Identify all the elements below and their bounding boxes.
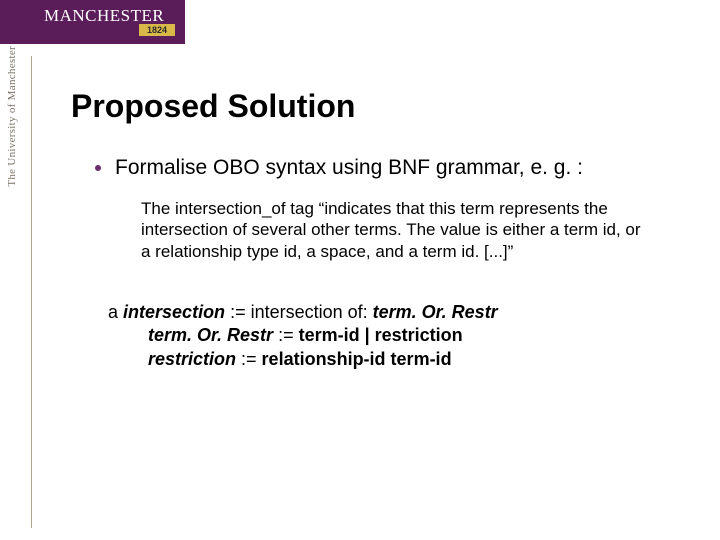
- grammar-l3-lhs: restriction: [148, 349, 236, 369]
- grammar-l2-rhs: term-id | restriction: [299, 325, 463, 345]
- grammar-l2-lhs: term. Or. Restr: [148, 325, 273, 345]
- grammar-l1-rhs: term. Or. Restr: [373, 302, 498, 322]
- grammar-l1-lhs: intersection: [123, 302, 225, 322]
- banner-wordmark: MANCHESTER: [44, 6, 164, 26]
- grammar-l3-rhs: relationship-id term-id: [262, 349, 452, 369]
- bullet-text: Formalise OBO syntax using BNF grammar, …: [115, 156, 583, 180]
- vertical-divider: [31, 56, 32, 528]
- bullet-dot-icon: [95, 165, 101, 171]
- slide-title: Proposed Solution: [71, 88, 355, 125]
- grammar-a-label: a: [108, 302, 118, 322]
- banner-sidetext: The University of Manchester: [6, 46, 24, 187]
- grammar-line-1: a intersection := intersection of: term.…: [108, 301, 648, 324]
- grammar-l3-op: :=: [236, 349, 262, 369]
- quote-block: The intersection_of tag “indicates that …: [141, 198, 651, 262]
- grammar-l1-op: := intersection of:: [225, 302, 373, 322]
- grammar-l2-op: :=: [273, 325, 299, 345]
- grammar-block: a intersection := intersection of: term.…: [108, 301, 648, 371]
- university-banner: MANCHESTER 1824: [0, 0, 185, 44]
- slide: MANCHESTER 1824 The University of Manche…: [0, 0, 720, 540]
- grammar-line-2: term. Or. Restr := term-id | restriction: [108, 324, 648, 347]
- banner-year-badge: 1824: [139, 24, 175, 36]
- bullet-item: Formalise OBO syntax using BNF grammar, …: [95, 156, 583, 180]
- grammar-line-3: restriction := relationship-id term-id: [108, 348, 648, 371]
